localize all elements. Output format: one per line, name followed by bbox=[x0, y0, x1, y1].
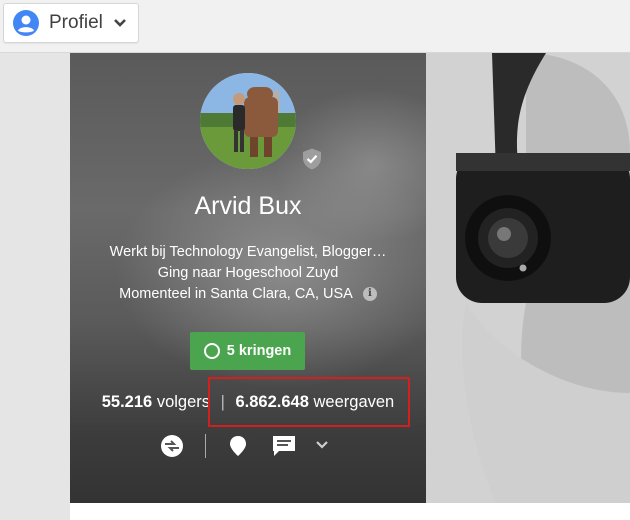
profile-about: Werkt bij Technology Evangelist, Blogger… bbox=[70, 242, 426, 305]
chevron-down-icon[interactable] bbox=[315, 440, 329, 450]
account-circle-icon bbox=[13, 10, 39, 36]
profile-actions bbox=[155, 434, 355, 460]
message-icon[interactable] bbox=[271, 434, 297, 458]
avatar[interactable] bbox=[200, 73, 296, 169]
profile-card: Arvid Bux Werkt bij Technology Evangelis… bbox=[70, 53, 426, 503]
top-bar: Profiel bbox=[0, 0, 630, 53]
profile-menu-button[interactable]: Profiel bbox=[3, 3, 139, 43]
cover-photo[interactable] bbox=[426, 53, 630, 503]
cover-photo-image bbox=[426, 53, 630, 503]
info-icon[interactable]: i bbox=[362, 287, 377, 302]
about-work: Werkt bij Technology Evangelist, Blogger… bbox=[109, 244, 387, 260]
left-gutter bbox=[0, 53, 70, 520]
actions-divider bbox=[205, 434, 206, 458]
profile-name: Arvid Bux bbox=[194, 192, 302, 220]
circle-ring-icon bbox=[203, 343, 220, 359]
views-highlight-box bbox=[208, 377, 410, 427]
about-education: Ging naar Hogeschool Zuyd bbox=[157, 265, 339, 281]
profile-menu-label: Profiel bbox=[49, 12, 103, 33]
about-location: Momenteel in Santa Clara, CA, USA bbox=[119, 286, 353, 302]
followers-count: 55.216 bbox=[101, 393, 153, 411]
about-location-row: Momenteel in Santa Clara, CA, USA i bbox=[70, 284, 426, 305]
avatar-photo bbox=[200, 73, 296, 169]
location-pin-icon[interactable] bbox=[227, 434, 249, 458]
share-link-icon[interactable] bbox=[160, 434, 184, 458]
followers-label: volgers bbox=[156, 393, 211, 411]
verified-shield-icon bbox=[303, 148, 321, 170]
chevron-down-icon bbox=[113, 19, 126, 27]
bottom-band bbox=[70, 503, 630, 520]
circles-button-label: 5 kringen bbox=[226, 343, 292, 359]
circles-button[interactable]: 5 kringen bbox=[190, 332, 305, 370]
